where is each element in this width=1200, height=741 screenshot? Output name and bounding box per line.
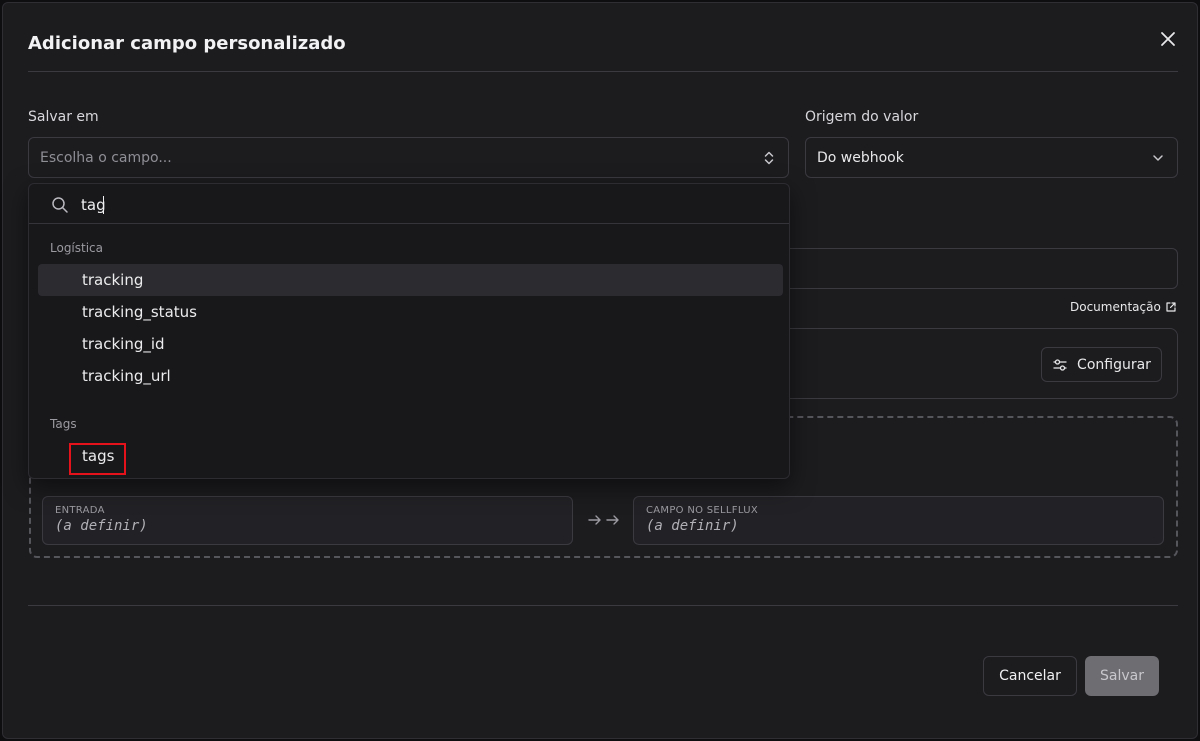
field-dropdown: Logística tracking tracking_status track… [28, 183, 790, 479]
external-link-icon [1166, 302, 1176, 312]
value-origin-select[interactable]: Do webhook [805, 137, 1178, 178]
option-tracking-id[interactable]: tracking_id [38, 328, 783, 360]
text-caret [103, 196, 104, 214]
dropdown-search [29, 184, 789, 224]
mapping-target-value: (a definir) [646, 518, 739, 534]
dropdown-search-input[interactable] [81, 192, 761, 218]
mapping-input-caption: ENTRADA [55, 505, 105, 516]
group-label-tags: Tags [50, 417, 77, 431]
value-origin-value: Do webhook [817, 149, 904, 166]
search-icon [52, 197, 68, 213]
chevron-down-icon [1153, 155, 1163, 161]
option-tracking-url[interactable]: tracking_url [38, 360, 783, 392]
modal-title: Adicionar campo personalizado [28, 33, 346, 54]
cancel-button[interactable]: Cancelar [983, 656, 1077, 696]
custom-field-modal: Adicionar campo personalizado Salvar em … [2, 2, 1198, 739]
documentation-link[interactable]: Documentação [1070, 300, 1177, 314]
documentation-link-label: Documentação [1070, 300, 1161, 314]
mapping-input-field[interactable]: ENTRADA (a definir) [42, 496, 573, 545]
save-in-label: Salvar em [28, 109, 99, 125]
option-tracking[interactable]: tracking [38, 264, 783, 296]
option-tags[interactable]: tags [38, 440, 783, 472]
close-icon[interactable] [1158, 29, 1178, 49]
mapping-target-caption: CAMPO NO SELLFLUX [646, 505, 758, 516]
footer-divider [28, 605, 1178, 606]
header-divider [28, 71, 1178, 72]
arrow-right-icon [588, 515, 619, 525]
chevron-up-down-icon [764, 151, 774, 165]
save-in-placeholder: Escolha o campo... [40, 149, 172, 166]
value-origin-label: Origem do valor [805, 109, 919, 125]
sliders-icon [1053, 358, 1067, 371]
save-in-select[interactable]: Escolha o campo... [28, 137, 789, 178]
save-button[interactable]: Salvar [1085, 656, 1159, 696]
option-tracking-status[interactable]: tracking_status [38, 296, 783, 328]
configure-button-label: Configurar [1077, 356, 1151, 373]
configure-button[interactable]: Configurar [1041, 347, 1162, 382]
mapping-target-field[interactable]: CAMPO NO SELLFLUX (a definir) [633, 496, 1164, 545]
mapping-input-value: (a definir) [55, 518, 148, 534]
group-label-logistics: Logística [50, 241, 104, 255]
